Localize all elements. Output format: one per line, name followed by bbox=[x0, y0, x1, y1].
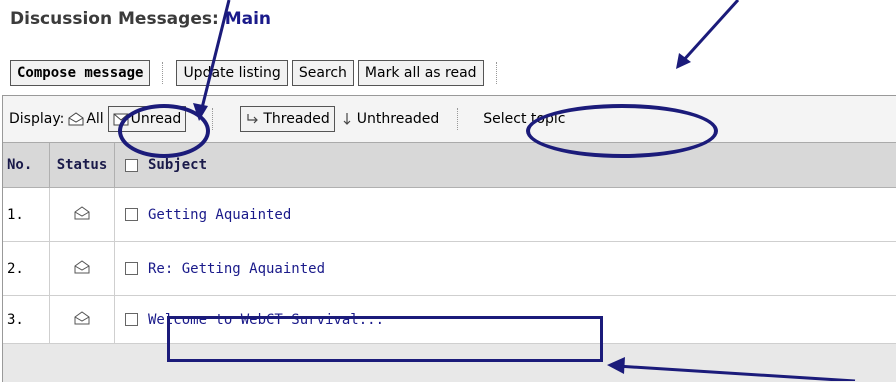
arrow-to-display-all bbox=[193, 0, 229, 121]
arrow-to-welcome-message bbox=[607, 357, 855, 381]
annotation-arrows bbox=[0, 0, 896, 381]
arrow-to-mark-all-read bbox=[676, 0, 738, 69]
